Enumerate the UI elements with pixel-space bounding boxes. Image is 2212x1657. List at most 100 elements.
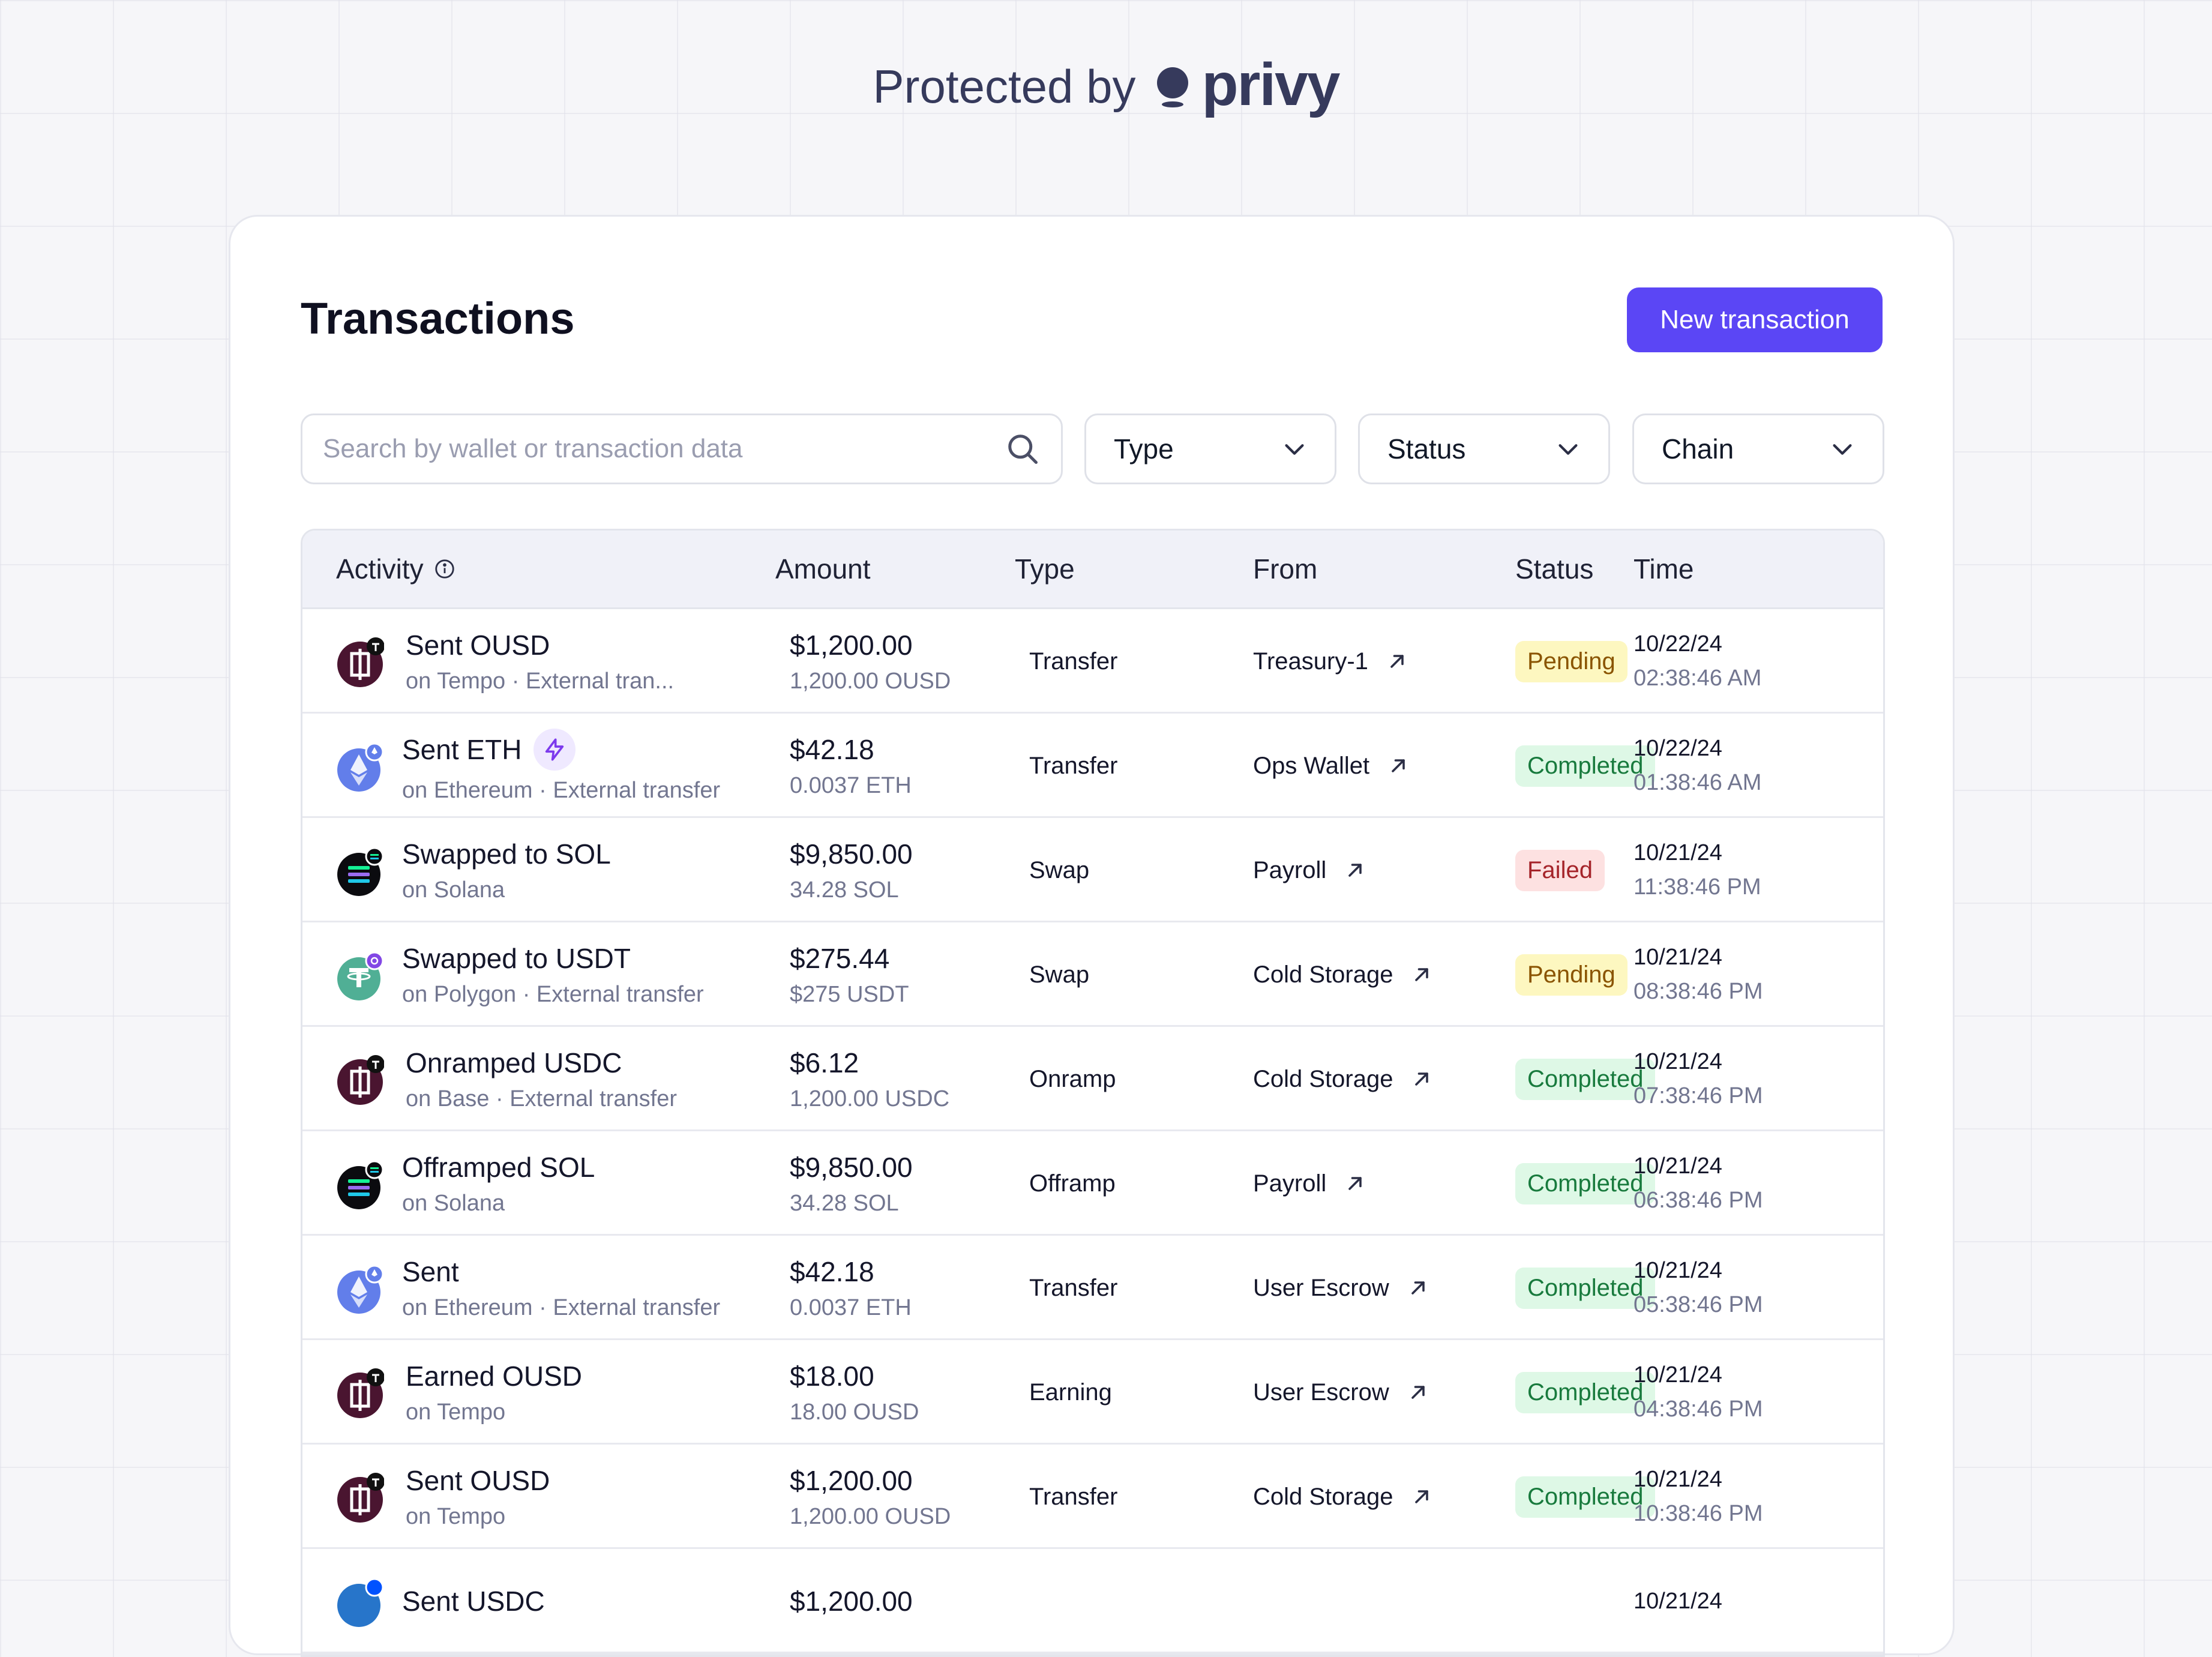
amount-cell: $1,200.00 1,200.00 OUSD [790, 1445, 951, 1549]
column-from: From [1253, 553, 1318, 585]
activity-subtitle: on Tempo · External tran... [406, 668, 675, 694]
external-link-arrow-icon[interactable] [1387, 755, 1409, 777]
from-cell[interactable]: User Escrow [1253, 1340, 1429, 1445]
activity-subtitle: on Solana [402, 877, 505, 903]
from-cell[interactable]: Payroll [1253, 1131, 1366, 1236]
table-row[interactable]: Swapped to SOL on Solana $9,850.00 34.28 SO… [302, 818, 1883, 922]
amount-token: 34.28 SOL [790, 1190, 899, 1216]
external-link-arrow-icon[interactable] [1407, 1382, 1429, 1403]
activity-subtitle: on Ethereum · External transfer [402, 777, 721, 803]
from-cell[interactable]: User Escrow [1253, 1236, 1429, 1340]
activity-title: Onramped USDC [406, 1047, 622, 1078]
external-link-arrow-icon[interactable] [1411, 1486, 1432, 1508]
sol-token-icon [337, 847, 384, 896]
column-status: Status [1515, 553, 1594, 585]
time-hour: 07:38:46 PM [1633, 1083, 1763, 1108]
time-hour: 04:38:46 PM [1633, 1397, 1763, 1422]
time-cell: 10/22/24 01:38:46 AM [1633, 714, 1761, 818]
amount-cell: $275.44 $275 USDT [790, 922, 909, 1027]
table-row[interactable]: Sent OUSD on Tempo $1,200.00 1,200.00 OUSD T… [302, 1445, 1883, 1549]
amount-token: 34.28 SOL [790, 877, 899, 903]
from-wallet-name: Ops Wallet [1253, 752, 1370, 779]
usdt-token-icon [337, 951, 384, 1000]
table-row[interactable]: Swapped to USDT on Polygon · External tra… [302, 922, 1883, 1027]
activity-title: Swapped to USDT [402, 942, 631, 974]
external-link-arrow-icon[interactable] [1344, 859, 1366, 881]
activity-title-wrap: Sent USDC [402, 1585, 545, 1617]
time-cell: 10/22/24 02:38:46 AM [1633, 609, 1761, 714]
new-transaction-button[interactable]: New transaction [1627, 287, 1883, 352]
time-hour: 05:38:46 PM [1633, 1292, 1763, 1317]
amount-usd: $9,850.00 [790, 838, 913, 870]
time-date: 10/21/24 [1633, 1467, 1722, 1492]
activity-title-wrap: Swapped to SOL [402, 838, 611, 870]
status-badge: Pending [1515, 640, 1627, 682]
table-row[interactable]: Sent USDC $1,200.00 10/21/24 [302, 1549, 1883, 1653]
from-cell[interactable]: Cold Storage [1253, 1445, 1432, 1549]
amount-usd: $1,200.00 [790, 1586, 913, 1617]
from-wallet-name: Payroll [1253, 1170, 1327, 1197]
time-date: 10/22/24 [1633, 631, 1722, 657]
chain-filter-dropdown[interactable]: Chain [1632, 413, 1884, 484]
time-cell: 10/21/24 [1633, 1549, 1722, 1653]
time-hour: 11:38:46 PM [1633, 874, 1761, 900]
from-cell[interactable]: Payroll [1253, 818, 1366, 922]
table-row[interactable]: Earned OUSD on Tempo $18.00 18.00 OUSD Earni… [302, 1340, 1883, 1445]
activity-cell: Swapped to USDT on Polygon · External tra… [402, 922, 704, 1027]
external-link-arrow-icon[interactable] [1344, 1173, 1366, 1194]
sol-token-icon [337, 1160, 384, 1209]
external-link-arrow-icon[interactable] [1411, 964, 1432, 985]
status-filter-dropdown[interactable]: Status [1358, 413, 1610, 484]
privy-mark-icon [1157, 67, 1189, 107]
activity-title-wrap: Sent OUSD [406, 1464, 550, 1497]
table-row[interactable]: Offramped SOL on Solana $9,850.00 34.28 SOL… [302, 1131, 1883, 1236]
activity-subtitle: on Polygon · External transfer [402, 981, 704, 1007]
activity-title: Offramped SOL [402, 1151, 595, 1183]
external-link-arrow-icon[interactable] [1386, 651, 1408, 672]
table-row[interactable]: Sent OUSD on Tempo · External tran... $1,2… [302, 609, 1883, 714]
from-cell[interactable]: Ops Wallet [1253, 714, 1409, 818]
type-filter-dropdown[interactable]: Type [1084, 413, 1336, 484]
search-input[interactable] [302, 433, 1005, 465]
external-link-arrow-icon[interactable] [1411, 1068, 1432, 1090]
activity-cell: Onramped USDC on Base · External transfer [406, 1027, 677, 1131]
activity-title-wrap: Sent [402, 1256, 720, 1288]
time-cell: 10/21/24 05:38:46 PM [1633, 1236, 1763, 1340]
activity-title-wrap: Offramped SOL [402, 1151, 595, 1183]
amount-usd: $6.12 [790, 1047, 859, 1078]
table-header: Activity Amount Type From Status Time [302, 531, 1883, 609]
from-wallet-name: User Escrow [1253, 1379, 1389, 1406]
amount-cell: $9,850.00 34.28 SOL [790, 1131, 913, 1236]
chevron-down-icon [1285, 444, 1304, 455]
table-row[interactable]: Sent ETH on Ethereum · External transfer $… [302, 714, 1883, 818]
activity-subtitle: on Base · External transfer [406, 1086, 677, 1111]
info-icon[interactable] [433, 558, 456, 580]
external-link-arrow-icon[interactable] [1407, 1277, 1429, 1299]
time-date: 10/21/24 [1633, 1362, 1722, 1388]
activity-cell: Sent on Ethereum · External transfer [402, 1236, 720, 1340]
type-cell: Transfer [1029, 648, 1118, 675]
from-cell[interactable]: Cold Storage [1253, 1027, 1432, 1131]
activity-cell: Sent OUSD on Tempo [406, 1445, 550, 1549]
from-cell[interactable]: Cold Storage [1253, 922, 1432, 1027]
from-cell[interactable]: Treasury-1 [1253, 609, 1408, 714]
time-hour: 06:38:46 PM [1633, 1188, 1763, 1213]
table-row[interactable]: Onramped USDC on Base · External transfer… [302, 1027, 1883, 1131]
activity-cell: Swapped to SOL on Solana [402, 818, 611, 922]
amount-usd: $18.00 [790, 1360, 874, 1392]
time-date: 10/21/24 [1633, 1049, 1722, 1074]
activity-title-wrap: Sent OUSD [406, 629, 674, 661]
table-row[interactable]: Sent on Ethereum · External transfer $42.1… [302, 1236, 1883, 1340]
amount-usd: $275.44 [790, 942, 890, 974]
protected-label: Protected by [873, 60, 1136, 113]
privy-logo: privy [1156, 51, 1340, 119]
search-icon[interactable] [1005, 431, 1041, 467]
status-cell: Pending [1515, 922, 1627, 1027]
time-date: 10/22/24 [1633, 736, 1722, 761]
amount-token: 18.00 OUSD [790, 1399, 919, 1425]
privy-wordmark: privy [1201, 51, 1340, 118]
activity-title: Sent [402, 1256, 459, 1287]
transactions-table: Activity Amount Type From Status Time Se… [301, 529, 1885, 1657]
status-cell: Failed [1515, 818, 1605, 922]
type-filter-label: Type [1114, 433, 1174, 465]
